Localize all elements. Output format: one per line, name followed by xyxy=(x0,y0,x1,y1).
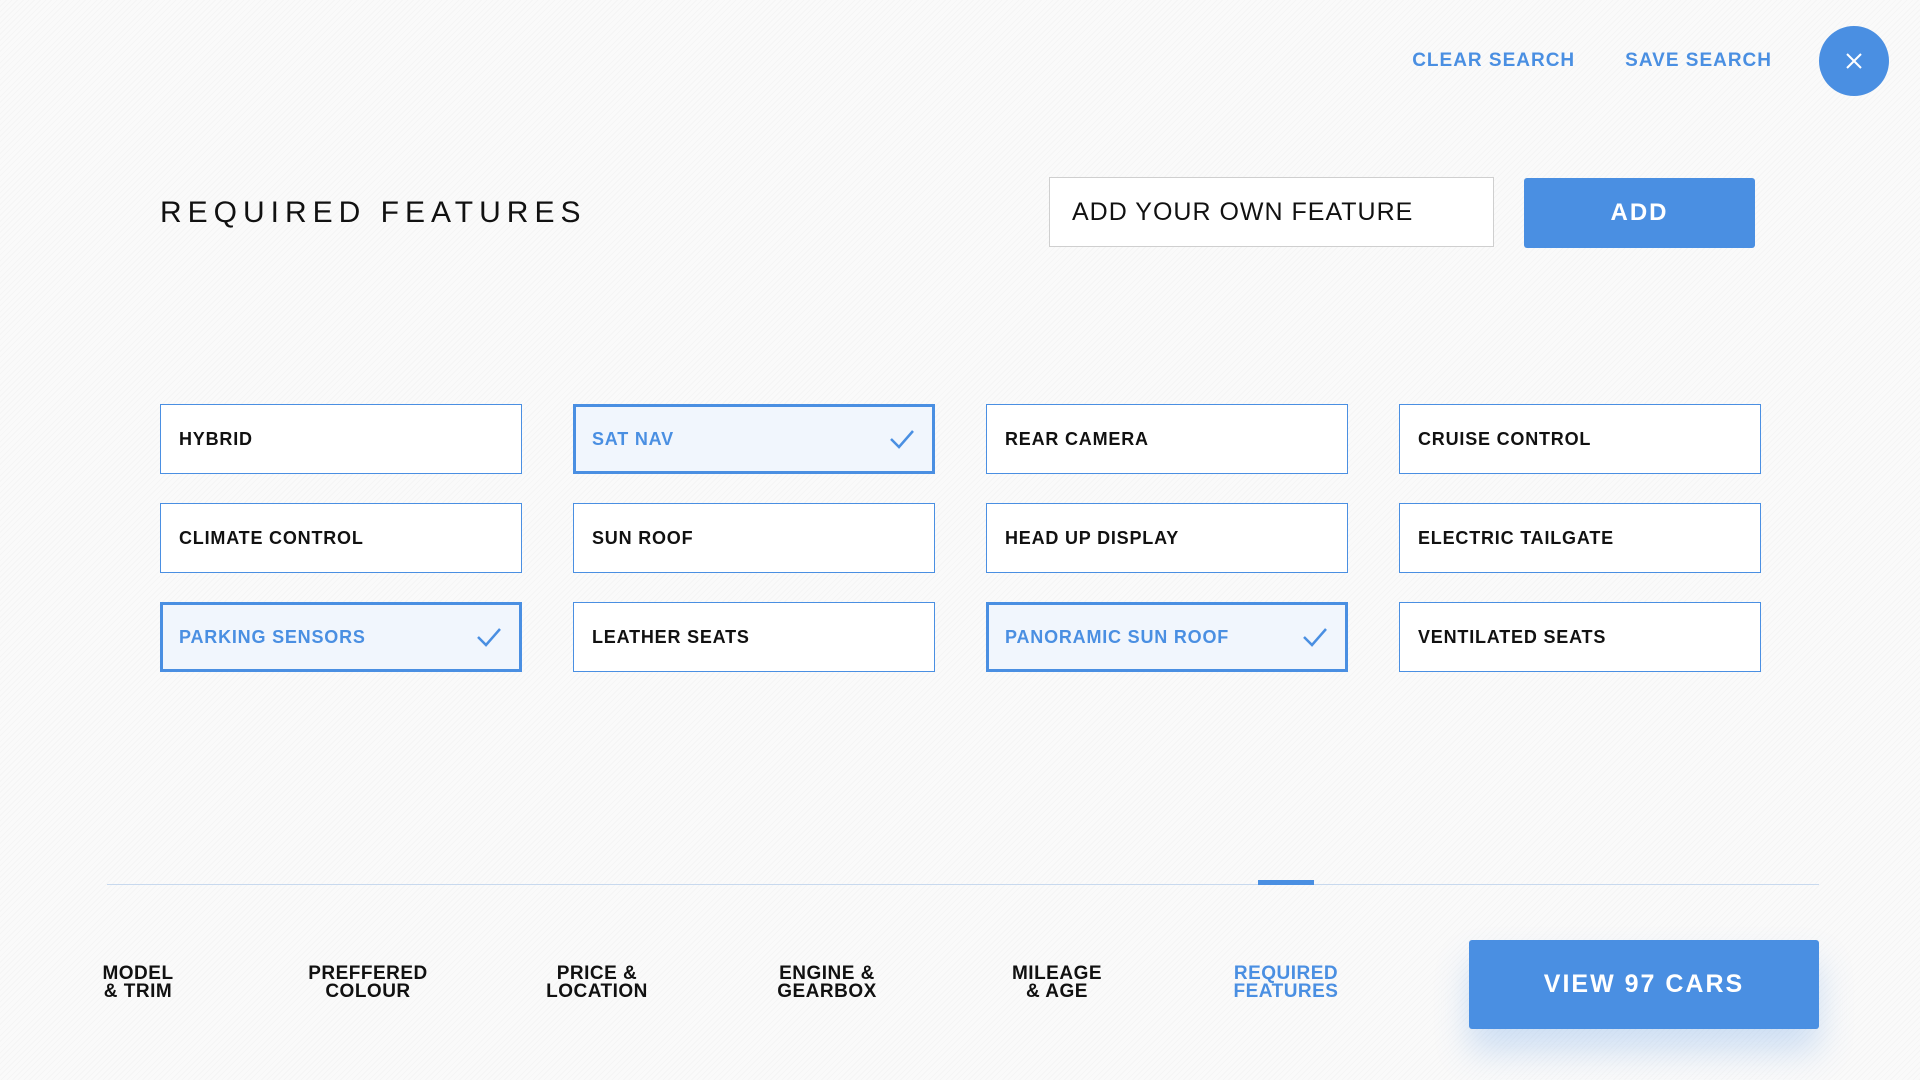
top-actions: CLEAR SEARCH SAVE SEARCH xyxy=(1412,50,1772,72)
feature-option[interactable]: PANORAMIC SUN ROOF xyxy=(986,602,1348,672)
feature-label: ELECTRIC TAILGATE xyxy=(1418,527,1614,548)
step-tab-price-location[interactable]: PRICE & LOCATION xyxy=(497,964,697,1002)
step-tab-mileage-age[interactable]: MILEAGE & AGE xyxy=(957,964,1157,1002)
step-tab-preferred-colour[interactable]: PREFFERED COLOUR xyxy=(268,964,468,1002)
feature-label: CRUISE CONTROL xyxy=(1418,428,1592,449)
step-tab-line: & TRIM xyxy=(103,981,173,1002)
step-tab-line: FEATURES xyxy=(1233,981,1339,1002)
step-tab-line: LOCATION xyxy=(546,981,648,1002)
step-tab-line: & AGE xyxy=(1026,981,1088,1002)
feature-option[interactable]: VENTILATED SEATS xyxy=(1399,602,1761,672)
close-button[interactable] xyxy=(1819,26,1889,96)
step-tab-required-features[interactable]: REQUIRED FEATURES xyxy=(1186,964,1386,1002)
feature-label: CLIMATE CONTROL xyxy=(179,527,364,548)
check-icon xyxy=(477,628,501,647)
feature-option[interactable]: ELECTRIC TAILGATE xyxy=(1399,503,1761,573)
feature-option[interactable]: SAT NAV xyxy=(573,404,935,474)
feature-label: HEAD UP DISPLAY xyxy=(1005,527,1180,548)
step-tab-model-trim[interactable]: MODEL & TRIM xyxy=(38,964,238,1002)
check-icon xyxy=(890,430,914,449)
save-search-link[interactable]: SAVE SEARCH xyxy=(1625,50,1772,72)
clear-search-link[interactable]: CLEAR SEARCH xyxy=(1412,50,1575,72)
feature-option[interactable]: HYBRID xyxy=(160,404,522,474)
feature-label: VENTILATED SEATS xyxy=(1418,626,1607,647)
check-icon xyxy=(1303,628,1327,647)
step-divider xyxy=(107,884,1819,885)
feature-label: SUN ROOF xyxy=(592,527,694,548)
feature-label: SAT NAV xyxy=(592,428,674,449)
feature-option[interactable]: SUN ROOF xyxy=(573,503,935,573)
active-step-indicator xyxy=(1258,880,1314,885)
feature-option[interactable]: CLIMATE CONTROL xyxy=(160,503,522,573)
feature-option[interactable]: CRUISE CONTROL xyxy=(1399,404,1761,474)
feature-option[interactable]: REAR CAMERA xyxy=(986,404,1348,474)
step-tab-line: GEARBOX xyxy=(777,981,877,1002)
feature-label: PANORAMIC SUN ROOF xyxy=(1005,626,1230,647)
view-cars-button[interactable]: VIEW 97 CARS xyxy=(1469,940,1819,1029)
feature-label: PARKING SENSORS xyxy=(179,626,366,647)
add-feature-input[interactable] xyxy=(1049,177,1494,247)
step-tab-engine-gearbox[interactable]: ENGINE & GEARBOX xyxy=(727,964,927,1002)
feature-label: REAR CAMERA xyxy=(1005,428,1149,449)
feature-option[interactable]: PARKING SENSORS xyxy=(160,602,522,672)
step-tab-line: COLOUR xyxy=(325,981,411,1002)
feature-label: LEATHER SEATS xyxy=(592,626,750,647)
add-feature-button[interactable]: ADD xyxy=(1524,178,1755,248)
feature-option[interactable]: LEATHER SEATS xyxy=(573,602,935,672)
page-title: REQUIRED FEATURES xyxy=(160,196,587,229)
feature-label: HYBRID xyxy=(179,428,253,449)
feature-grid: HYBRID SAT NAV REAR CAMERA CRUISE CONTRO… xyxy=(160,404,1761,672)
close-icon xyxy=(1846,53,1862,69)
feature-option[interactable]: HEAD UP DISPLAY xyxy=(986,503,1348,573)
